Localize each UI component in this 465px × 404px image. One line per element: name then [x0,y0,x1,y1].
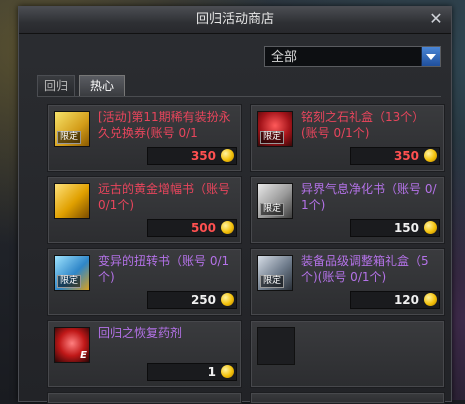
item-price: 250 [190,293,216,307]
empty-item-card [47,392,242,404]
shop-item-card[interactable]: 限定 铭刻之石礼盒（13个）(账号 0/1个) 350 [250,104,445,172]
window-title: 回归活动商店 [195,12,274,27]
twist-book-icon: 限定 [54,255,90,291]
shop-item-card[interactable]: 限定 异界气息净化书（账号 0/1个) 150 [250,176,445,244]
item-price: 120 [393,293,419,307]
tab-return-label: 回归 [43,79,68,93]
coin-icon [424,149,437,162]
tab-hot-label: 热心 [89,79,114,93]
coin-icon [221,293,234,306]
ticket-icon: 限定 [54,111,90,147]
dropdown-value: 全部 [271,50,298,65]
gold-book-icon [54,183,90,219]
grade-box-icon: 限定 [257,255,293,291]
price-box: 350 [147,147,237,165]
tab-divider [37,96,441,97]
item-name: 远古的黄金增幅书（账号 0/1个) [98,182,231,212]
close-icon[interactable]: ✕ [427,10,445,28]
coin-icon [424,221,437,234]
coin-icon [221,221,234,234]
item-name: 回归之恢复药剂 [98,326,183,340]
item-price: 150 [393,221,419,235]
item-name: 装备品级调整箱礼盒（5个)(账号 0/1个) [301,254,429,284]
item-price: 350 [190,149,216,163]
item-name: 异界气息净化书（账号 0/1个) [301,182,437,212]
item-price: 350 [393,149,419,163]
category-dropdown[interactable]: 全部 [264,46,441,67]
empty-item-card [250,320,445,388]
shop-item-card[interactable]: 限定 变异的扭转书（账号 0/1个) 250 [47,248,242,316]
limited-badge: 限定 [57,131,82,144]
potion-icon: E [54,327,90,363]
price-box: 1 [147,363,237,381]
limited-badge: 限定 [260,131,285,144]
item-name: [活动]第11期稀有装扮永久兑换券(账号 0/1 [98,110,231,140]
e-badge: E [80,350,87,361]
stone-box-icon: 限定 [257,111,293,147]
purify-book-icon: 限定 [257,183,293,219]
shop-item-card[interactable]: 远古的黄金增幅书（账号 0/1个) 500 [47,176,242,244]
shop-window: 回归活动商店 ✕ 全部 回归 热心 限定 [活动]第11期稀有装扮永久兑换券(账… [18,6,452,404]
item-price: 1 [207,365,216,379]
shop-item-card[interactable]: 限定 装备品级调整箱礼盒（5个)(账号 0/1个) 120 [250,248,445,316]
chevron-down-icon[interactable] [421,47,440,66]
price-box: 250 [147,291,237,309]
limited-badge: 限定 [260,203,285,216]
limited-badge: 限定 [260,275,285,288]
item-name: 变异的扭转书（账号 0/1个) [98,254,230,284]
coin-icon [424,293,437,306]
item-price: 500 [190,221,216,235]
item-name: 铭刻之石礼盒（13个）(账号 0/1个) [301,110,425,140]
coin-icon [221,149,234,162]
tab-hot[interactable]: 热心 [79,75,125,96]
limited-badge: 限定 [57,275,82,288]
price-box: 500 [147,219,237,237]
tab-return[interactable]: 回归 [37,75,75,96]
price-box: 150 [350,219,440,237]
coin-icon [221,365,234,378]
price-box: 120 [350,291,440,309]
shop-item-card[interactable]: E 回归之恢复药剂 1 [47,320,242,388]
price-box: 350 [350,147,440,165]
window-titlebar[interactable]: 回归活动商店 ✕ [19,7,451,34]
empty-slot [257,327,295,365]
empty-item-card [250,392,445,404]
shop-item-card[interactable]: 限定 [活动]第11期稀有装扮永久兑换券(账号 0/1 350 [47,104,242,172]
